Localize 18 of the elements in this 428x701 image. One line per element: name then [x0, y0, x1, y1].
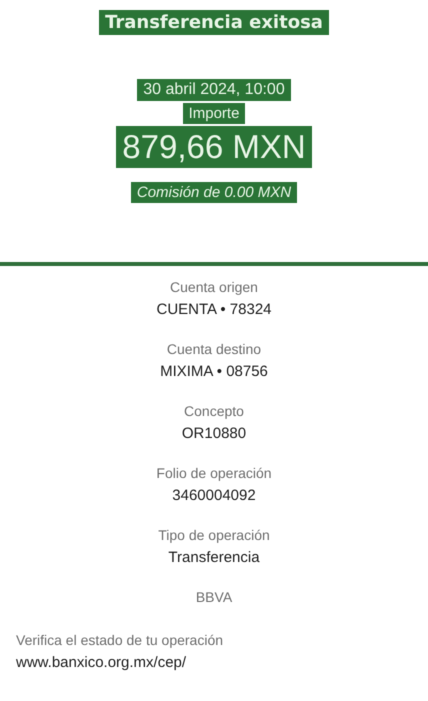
amount-label: Importe — [182, 103, 246, 124]
detail-label: Tipo de operación — [158, 527, 270, 543]
detail-label: Cuenta origen — [170, 279, 258, 295]
detail-value: CUENTA • 78324 — [156, 301, 272, 318]
detail-value: OR10880 — [182, 425, 246, 442]
detail-value: MIXIMA • 08756 — [160, 363, 268, 380]
transfer-date: 30 abril 2024, 10:00 — [137, 79, 291, 101]
detail-label: Folio de operación — [156, 465, 272, 481]
banxico-link[interactable]: www.banxico.org.mx/cep/ — [16, 654, 186, 671]
verify-text: Verifica el estado de tu operación — [16, 632, 224, 648]
success-title: Transferencia exitosa — [99, 10, 329, 35]
commission-text: Comisión de 0.00 MXN — [130, 182, 298, 203]
detail-label: Concepto — [184, 403, 244, 419]
detail-value: 3460004092 — [172, 487, 256, 504]
transfer-amount: 879,66 MXN — [116, 126, 312, 168]
detail-label: Cuenta destino — [166, 341, 262, 357]
detail-value: Transferencia — [168, 549, 260, 566]
bank-name: BBVA — [196, 589, 232, 605]
